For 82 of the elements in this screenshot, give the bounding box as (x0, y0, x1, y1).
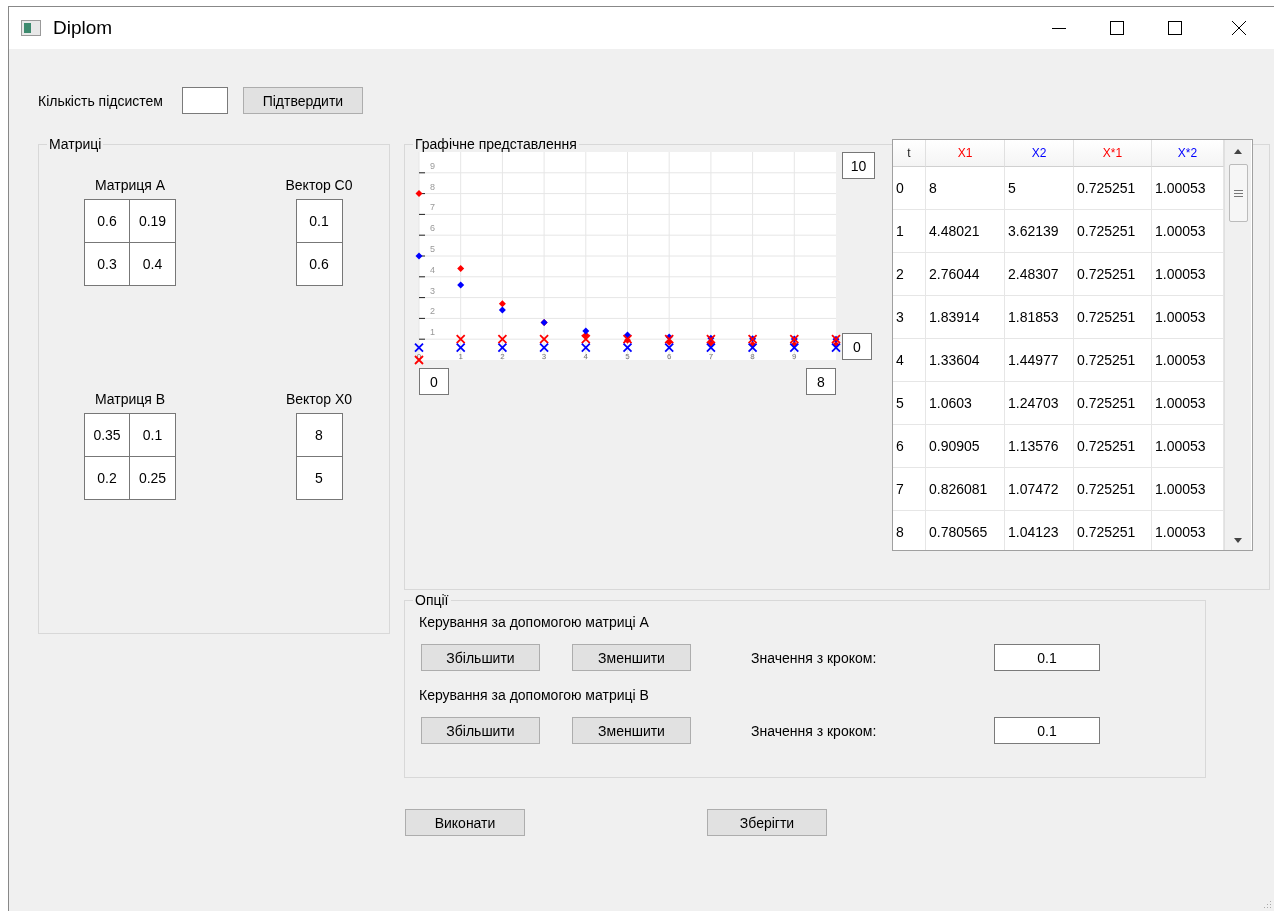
x-tick-label: 7 (708, 352, 714, 361)
y-tick-label: 3 (418, 285, 435, 299)
table-cell: 4 (893, 339, 926, 382)
matrix-label: Вектор X0 (285, 391, 353, 407)
table-cell: 0.725251 (1074, 339, 1152, 382)
table-cell: 3.62139 (1005, 210, 1074, 253)
table-cell: 1.44977 (1005, 339, 1074, 382)
table-cell: 1.83914 (926, 296, 1005, 339)
x-tick-label: 8 (750, 352, 755, 361)
window-title: Diplom (53, 17, 114, 39)
table-cell: 1.13576 (1005, 425, 1074, 468)
section-label: Керування за допомогою матриці В (419, 687, 650, 703)
y-tick-label: 2 (418, 306, 435, 319)
table-cell: 0.725251 (1074, 253, 1152, 296)
x-tick-label: 4 (583, 352, 589, 361)
x-tick-label: 0 (416, 352, 422, 361)
x-tick-label: 5 (625, 352, 630, 361)
table-cell: 4.48021 (926, 210, 1005, 253)
table-cell: 1.04123 (1005, 511, 1074, 550)
table-cell: 0.725251 (1074, 425, 1152, 468)
table-cell: 0.725251 (1074, 296, 1152, 339)
y-tick-label: 1 (430, 327, 436, 338)
table-cell: 0.725251 (1074, 167, 1152, 210)
group-title: Графічне представлення (414, 136, 578, 152)
column-header: X*1 (1074, 140, 1152, 167)
table-cell: 6 (893, 425, 926, 468)
column-header: X*2 (1152, 140, 1224, 167)
y-tick-label: 6 (418, 223, 435, 236)
x-tick-label: 3 (541, 352, 547, 361)
table-cell: 2.76044 (926, 253, 1005, 296)
table-cell: 1.24703 (1005, 382, 1074, 425)
matrix-label: Матриця B (94, 391, 166, 407)
table-cell: 0.725251 (1074, 468, 1152, 511)
y-tick-label: 4 (418, 264, 435, 278)
y-tick-label: 1 (418, 327, 435, 340)
table-cell: 0.725251 (1074, 382, 1152, 425)
column-header: t (893, 140, 926, 167)
x-tick-label: 2 (500, 352, 505, 361)
table-cell: 0.90905 (926, 425, 1005, 468)
table-cell: 0.780565 (926, 511, 1005, 550)
table-cell: 1.81853 (1005, 296, 1074, 339)
table-cell: 8 (893, 511, 926, 550)
section-label: Керування за допомогою матриці А (419, 614, 650, 630)
table-cell: 0.725251 (1074, 210, 1152, 253)
step-label: Значення з кроком: (751, 649, 878, 666)
table-cell: 3 (893, 296, 926, 339)
y-tick-label: 8 (430, 181, 436, 192)
table-cell: 5 (893, 382, 926, 425)
table-cell: 2 (893, 253, 926, 296)
group-title: Опції (414, 592, 450, 608)
table-cell: 1.07472 (1005, 468, 1074, 511)
table-cell: 8 (926, 167, 1005, 210)
table-cell: 2.48307 (1005, 253, 1074, 296)
table-cell: 1.33604 (926, 339, 1005, 382)
table-cell: 0.725251 (1074, 511, 1152, 550)
y-tick-label: 3 (430, 285, 436, 296)
y-tick-label: 5 (430, 244, 436, 254)
column-header: X1 (926, 140, 1005, 167)
step-label: Значення з кроком: (751, 722, 878, 739)
group-title: Матриці (48, 136, 103, 152)
y-tick-label: 8 (418, 181, 435, 195)
y-tick-label: 4 (430, 264, 436, 275)
y-tick-label: 9 (430, 160, 436, 171)
table-cell: 7 (893, 468, 926, 511)
matrix-label: Вектор C0 (285, 177, 353, 193)
y-tick-label: 7 (430, 202, 436, 213)
table-cell: 0 (893, 167, 926, 210)
x-tick-label: 9 (792, 352, 797, 361)
table-cell: 1 (893, 210, 926, 253)
table-cell: 1.0603 (926, 382, 1005, 425)
x-tick-label: 6 (666, 352, 672, 361)
table-cell: 0.826081 (926, 468, 1005, 511)
table-cell: 5 (1005, 167, 1074, 210)
x-tick-label: 1 (458, 352, 463, 361)
y-tick-label: 9 (418, 160, 435, 174)
y-tick-label: 7 (418, 202, 435, 215)
y-tick-label: 6 (430, 223, 436, 234)
y-tick-label: 2 (430, 306, 436, 317)
column-header: X2 (1005, 140, 1074, 167)
y-tick-label: 5 (418, 244, 435, 257)
matrix-label: Матриця A (94, 177, 166, 193)
field-label: Кількість підсистем (38, 92, 163, 109)
